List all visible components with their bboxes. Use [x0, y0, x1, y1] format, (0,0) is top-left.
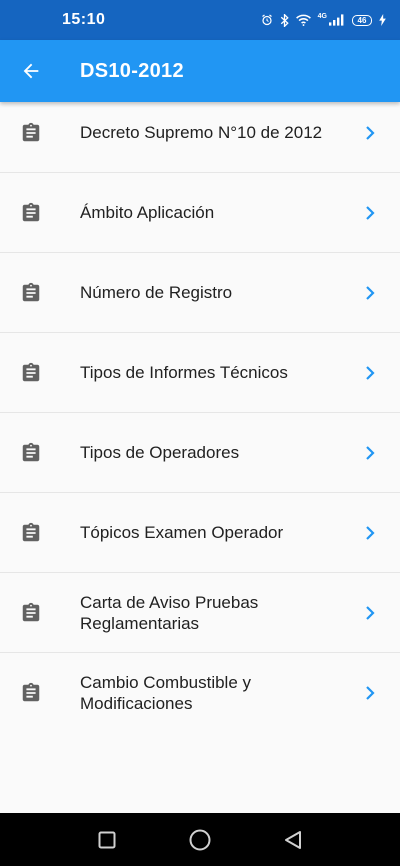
- list-item-registro[interactable]: Número de Registro: [0, 253, 400, 333]
- system-nav-bar: [0, 813, 400, 866]
- chevron-right-icon: [366, 605, 375, 620]
- list-item-carta-aviso[interactable]: Carta de Aviso Pruebas Reglamentarias: [0, 573, 400, 653]
- chevron-right-icon: [366, 365, 375, 380]
- clipboard-icon: [22, 602, 40, 621]
- list-item-decreto[interactable]: Decreto Supremo N°10 de 2012: [0, 93, 400, 173]
- app-bar: DS10-2012: [0, 40, 400, 102]
- recents-square-icon: [98, 831, 116, 848]
- signal-icon: [329, 14, 344, 26]
- chevron-right-icon: [366, 445, 375, 460]
- chevron-right-icon: [366, 205, 375, 220]
- home-circle-icon: [189, 829, 211, 850]
- list-item-label: Tópicos Examen Operador: [80, 523, 284, 542]
- list-item-label: Número de Registro: [80, 283, 233, 302]
- list-item-label: Carta de Aviso Pruebas Reglamentarias: [80, 592, 259, 633]
- battery-icon: 46: [352, 14, 372, 26]
- clipboard-icon: [22, 202, 40, 221]
- list-item-label: Tipos de Operadores: [80, 443, 240, 462]
- clipboard-icon: [22, 122, 40, 141]
- back-button[interactable]: [0, 40, 64, 102]
- clipboard-icon: [22, 442, 40, 461]
- system-back-button[interactable]: [273, 820, 313, 860]
- arrow-back-icon: [23, 63, 39, 79]
- page-title: DS10-2012: [80, 59, 184, 82]
- alarm-icon: [261, 14, 272, 26]
- status-bar: 15:10 4G 46: [0, 0, 400, 40]
- clipboard-icon: [22, 682, 40, 702]
- list-item-informes[interactable]: Tipos de Informes Técnicos: [0, 333, 400, 413]
- list-item-combustible[interactable]: Cambio Combustible y Modificaciones: [0, 653, 400, 733]
- list-item-label: Decreto Supremo N°10 de 2012: [80, 123, 323, 142]
- list-item-operadores[interactable]: Tipos de Operadores: [0, 413, 400, 493]
- chevron-right-icon: [366, 285, 375, 300]
- home-button[interactable]: [180, 820, 220, 860]
- chevron-right-icon: [366, 125, 375, 140]
- list-item-label: Tipos de Informes Técnicos: [80, 363, 288, 382]
- list-item-label: Ámbito Aplicación: [80, 203, 215, 222]
- charging-icon: [379, 14, 386, 26]
- clipboard-icon: [22, 522, 40, 541]
- network-type-label: 4G: [317, 12, 327, 20]
- clipboard-icon: [22, 282, 40, 301]
- status-time: 15:10: [62, 11, 106, 28]
- clipboard-icon: [22, 362, 40, 381]
- wifi-icon: [295, 14, 311, 26]
- back-triangle-icon: [285, 830, 302, 849]
- chevron-right-icon: [366, 525, 375, 540]
- list-item-ambito[interactable]: Ámbito Aplicación: [0, 173, 400, 253]
- list-item-topicos[interactable]: Tópicos Examen Operador: [0, 493, 400, 573]
- menu-list: Decreto Supremo N°10 de 2012 Ámbito Apli…: [0, 93, 400, 733]
- bluetooth-icon: [280, 13, 289, 27]
- status-icons: 4G 46: [261, 12, 386, 27]
- chevron-right-icon: [366, 686, 375, 700]
- list-item-label: Cambio Combustible y Modificaciones: [80, 673, 252, 713]
- recents-button[interactable]: [87, 820, 127, 860]
